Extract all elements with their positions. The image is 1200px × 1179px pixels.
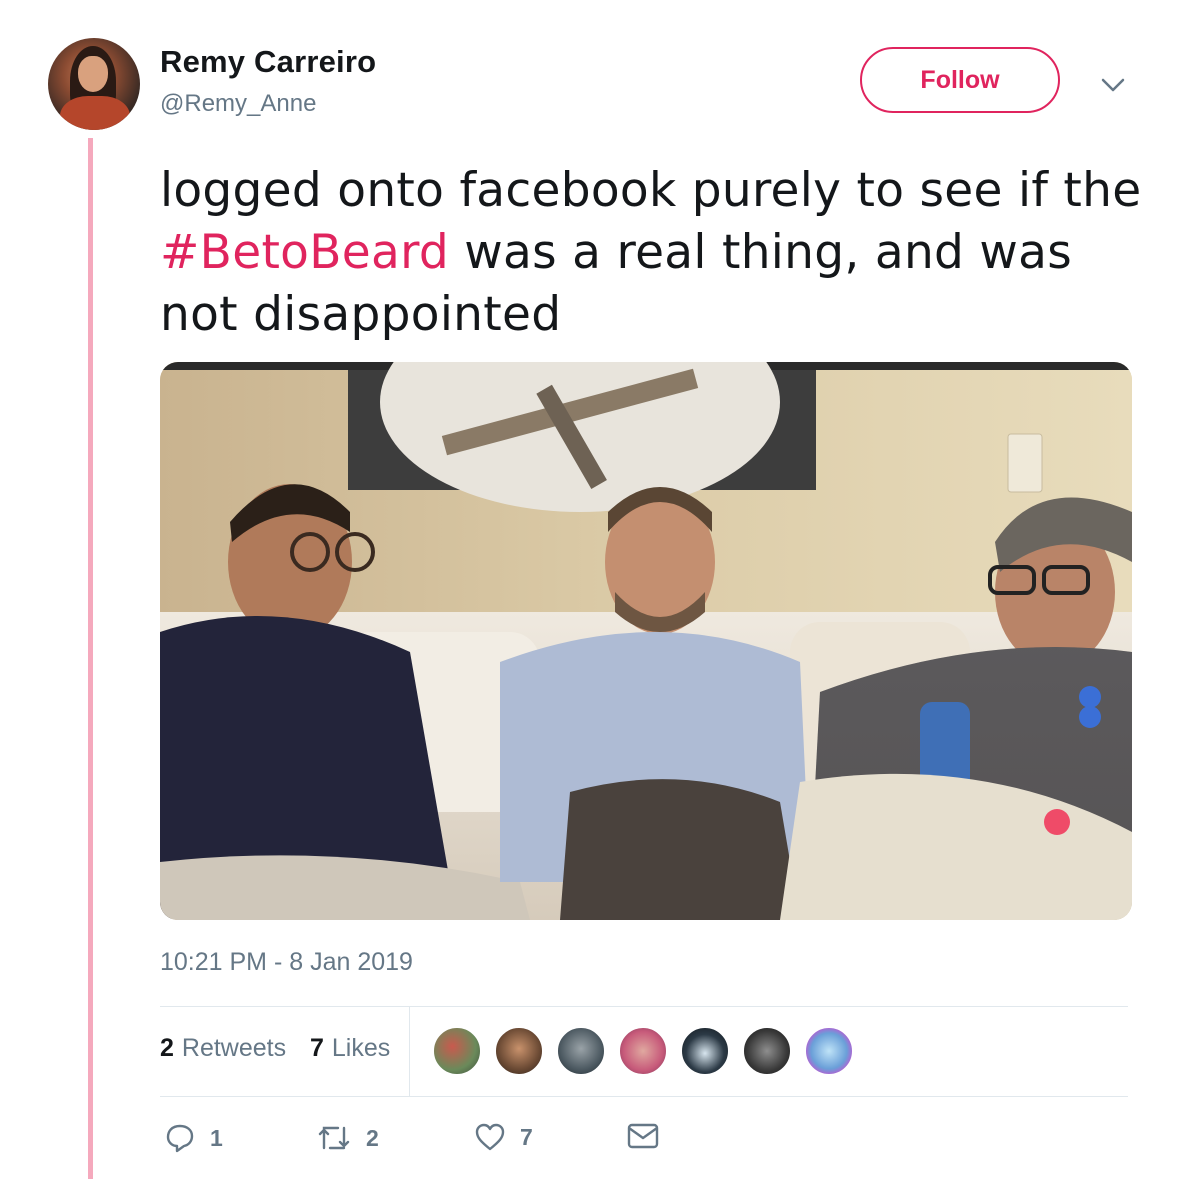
tweet-text-part: logged onto facebook purely to see if th… — [160, 163, 1142, 218]
likes-count: 7 — [310, 1034, 324, 1062]
user-name[interactable]: Remy Carreiro — [160, 44, 376, 80]
liker-avatar[interactable] — [742, 1026, 792, 1076]
tweet-video[interactable] — [160, 362, 1132, 920]
likes-stat[interactable]: 7 Likes — [310, 1034, 390, 1063]
like-count: 7 — [520, 1123, 533, 1150]
liker-avatars — [432, 1026, 866, 1076]
retweet-icon — [318, 1126, 350, 1150]
retweets-count: 2 — [160, 1034, 174, 1062]
like-action[interactable]: 7 — [474, 1122, 533, 1152]
retweets-stat[interactable]: 2 Retweets — [160, 1034, 286, 1063]
stats-separator — [409, 1006, 410, 1096]
liker-avatar[interactable] — [556, 1026, 606, 1076]
likes-label: Likes — [331, 1034, 391, 1062]
hashtag-link[interactable]: #BetoBeard — [160, 225, 449, 280]
retweet-count: 2 — [366, 1124, 379, 1151]
divider — [160, 1096, 1128, 1097]
mail-icon — [627, 1123, 659, 1149]
liker-avatar[interactable] — [618, 1026, 668, 1076]
reply-action[interactable]: 1 — [164, 1122, 223, 1154]
follow-button[interactable]: Follow — [860, 47, 1060, 113]
avatar[interactable] — [48, 38, 140, 130]
direct-message-action[interactable] — [626, 1122, 660, 1150]
liker-avatar[interactable] — [680, 1026, 730, 1076]
liker-avatar[interactable] — [432, 1026, 482, 1076]
video-frame — [160, 362, 1132, 920]
reply-count: 1 — [210, 1124, 223, 1151]
liker-avatar[interactable] — [494, 1026, 544, 1076]
heart-icon — [475, 1123, 505, 1151]
chevron-down-icon[interactable] — [1098, 70, 1128, 100]
retweets-label: Retweets — [181, 1034, 287, 1062]
thread-line — [88, 138, 93, 1179]
divider — [160, 1006, 1128, 1007]
user-handle[interactable]: @Remy_Anne — [160, 90, 316, 118]
tweet-timestamp[interactable]: 10:21 PM - 8 Jan 2019 — [160, 948, 413, 977]
liker-avatar[interactable] — [804, 1026, 854, 1076]
retweet-action[interactable]: 2 — [316, 1122, 379, 1154]
reply-icon — [166, 1124, 194, 1153]
tweet-text: logged onto facebook purely to see if th… — [160, 160, 1160, 346]
